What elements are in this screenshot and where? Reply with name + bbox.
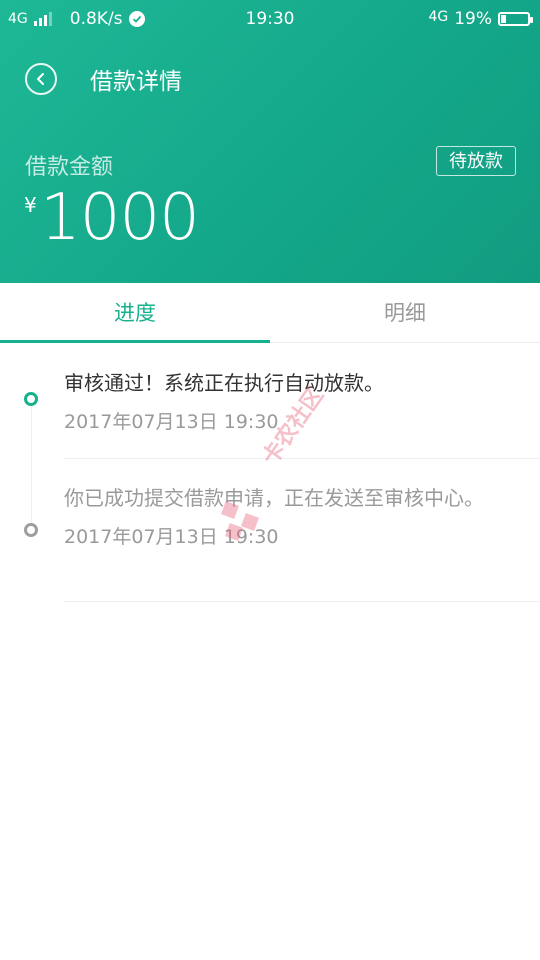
timeline-item-text: 你已成功提交借款申请，正在发送至审核中心。: [64, 486, 484, 510]
divider: [64, 458, 540, 459]
tab-progress[interactable]: 进度: [0, 283, 270, 343]
chevron-left-icon: [37, 73, 44, 85]
status-badge: 待放款: [436, 146, 516, 176]
status-bar: 4G 0.8K/s 19:30 4G 19%: [0, 0, 540, 38]
timeline-item-time: 2017年07月13日 19:30: [64, 526, 279, 548]
network-type-right: 4G: [428, 9, 449, 25]
tab-details[interactable]: 明细: [270, 283, 540, 343]
timeline-dot-active: [24, 392, 38, 406]
battery-icon: [498, 12, 533, 26]
amount-label: 借款金额: [25, 155, 114, 180]
timeline-item: 你已成功提交借款申请，正在发送至审核中心。 2017年07月13日 19:30: [64, 484, 540, 549]
loan-amount: 1000: [40, 181, 200, 255]
page-title: 借款详情: [90, 69, 182, 95]
divider: [64, 601, 540, 602]
header: 4G 0.8K/s 19:30 4G 19% 借款详情 借款金额 待放款 ¥ 1…: [0, 0, 540, 283]
battery-percent: 19%: [454, 9, 492, 29]
back-button[interactable]: [25, 63, 57, 95]
timeline-item-time: 2017年07月13日 19:30: [64, 411, 279, 433]
timeline-dot: [24, 523, 38, 537]
tab-bar: 进度 明细: [0, 283, 540, 343]
progress-timeline: 审核通过！系统正在执行自动放款。 2017年07月13日 19:30 你已成功提…: [0, 343, 540, 643]
status-right: 4G 19%: [428, 9, 533, 29]
timeline-item-text: 审核通过！系统正在执行自动放款。: [64, 371, 384, 395]
currency-symbol: ¥: [24, 193, 37, 217]
timeline-connector: [31, 407, 32, 533]
timeline-item: 审核通过！系统正在执行自动放款。 2017年07月13日 19:30: [64, 369, 540, 434]
